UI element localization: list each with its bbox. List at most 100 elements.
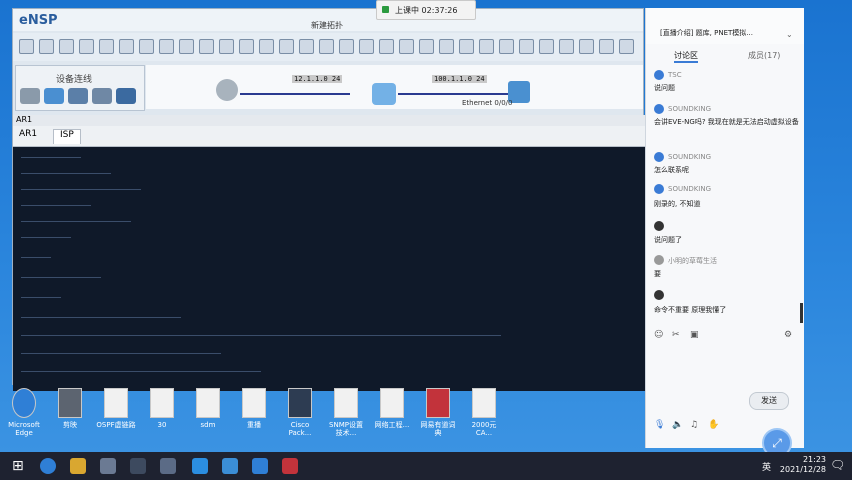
- desktop-icon-ca[interactable]: 2000元CA...: [464, 388, 504, 437]
- image-icon[interactable]: ▣: [690, 330, 699, 340]
- terminal[interactable]: [13, 147, 655, 391]
- switch-icon[interactable]: [44, 88, 64, 104]
- tab-isp[interactable]: ISP: [53, 129, 81, 144]
- edge2-taskbar-icon[interactable]: [252, 458, 268, 474]
- delete-icon[interactable]: [199, 39, 214, 54]
- print-icon[interactable]: [99, 39, 114, 54]
- live-taskbar-icon[interactable]: [222, 458, 238, 474]
- wlan-icon[interactable]: [68, 88, 88, 104]
- gear-icon[interactable]: ⚙: [784, 330, 792, 340]
- windows-start-icon[interactable]: ⊞: [12, 458, 24, 474]
- chat-scrollbar[interactable]: [800, 303, 803, 323]
- console-taskbar-icon[interactable]: [130, 458, 146, 474]
- topology-icon[interactable]: [339, 39, 354, 54]
- message-text: 怎么联系呢: [654, 166, 689, 174]
- topology-canvas[interactable]: 12.1.1.0 24 100.1.1.0 24 Ethernet 0/0/0: [146, 65, 643, 109]
- list-icon[interactable]: [399, 39, 414, 54]
- router-icon[interactable]: [20, 88, 40, 104]
- terminal-line: [21, 173, 111, 174]
- file-icon: [242, 388, 266, 418]
- move-icon[interactable]: [179, 39, 194, 54]
- console-titlebar[interactable]: AR1: [13, 115, 655, 126]
- capture-icon[interactable]: [459, 39, 474, 54]
- avatar: [654, 221, 664, 231]
- text-icon[interactable]: [219, 39, 234, 54]
- terminal-line: [21, 277, 101, 278]
- avatar: [654, 184, 664, 194]
- explorer-taskbar-icon[interactable]: [70, 458, 86, 474]
- desktop-icon-snmp[interactable]: SNMP设置技术...: [326, 388, 366, 437]
- redo-icon[interactable]: [139, 39, 154, 54]
- chevron-down-icon[interactable]: ⌄: [786, 30, 793, 39]
- help-icon[interactable]: [619, 39, 634, 54]
- zoom-out-icon[interactable]: [279, 39, 294, 54]
- app-taskbar-icon[interactable]: [160, 458, 176, 474]
- hand-icon[interactable]: ✋: [708, 420, 719, 430]
- vbox-taskbar-icon[interactable]: [192, 458, 208, 474]
- save-as-icon[interactable]: [79, 39, 94, 54]
- console-tabs: AR1 ISP: [13, 126, 655, 147]
- console-window: AR1 AR1 ISP: [13, 115, 655, 391]
- tab-members[interactable]: 成员(17): [748, 50, 780, 61]
- select-icon[interactable]: [159, 39, 174, 54]
- microphone-icon[interactable]: 🎙: [654, 420, 665, 430]
- desktop-icon-30[interactable]: 30: [142, 388, 182, 429]
- cli-icon[interactable]: [479, 39, 494, 54]
- pc-icon[interactable]: [116, 88, 136, 104]
- undo-icon[interactable]: [119, 39, 134, 54]
- open-icon[interactable]: [39, 39, 54, 54]
- firewall-icon[interactable]: [92, 88, 112, 104]
- send-button[interactable]: 发送: [749, 392, 789, 410]
- align-icon[interactable]: [359, 39, 374, 54]
- terminal-line: [21, 257, 51, 258]
- console-title: AR1: [16, 115, 33, 124]
- save-icon[interactable]: [59, 39, 74, 54]
- forum-icon[interactable]: [559, 39, 574, 54]
- taskbar-clock[interactable]: 21:23 2021/12/28: [776, 455, 826, 475]
- ensp-taskbar-icon[interactable]: [100, 458, 116, 474]
- desktop-icon-edge[interactable]: Microsoft Edge: [4, 388, 44, 437]
- speaker-icon[interactable]: 🔈: [672, 420, 683, 430]
- new-icon[interactable]: [19, 39, 34, 54]
- desktop-icon-youdao[interactable]: 网易有道词典: [418, 388, 458, 437]
- camera-icon[interactable]: [539, 39, 554, 54]
- desktop-icon-network[interactable]: 网络工程...: [372, 388, 412, 429]
- emoji-icon[interactable]: ☺: [654, 330, 663, 340]
- router-device-icon[interactable]: [216, 79, 238, 101]
- palette-icon[interactable]: [379, 39, 394, 54]
- shape-icon[interactable]: [239, 39, 254, 54]
- ensp-titlebar[interactable]: eNSP 新建拓扑: [13, 9, 643, 31]
- stop-icon[interactable]: [439, 39, 454, 54]
- desktop-icon-sdm[interactable]: sdm: [188, 388, 228, 429]
- huawei-icon[interactable]: [579, 39, 594, 54]
- desktop-icon-cisco[interactable]: Cisco Pack...: [280, 388, 320, 437]
- screen-icon[interactable]: [519, 39, 534, 54]
- desktop-icon-replay[interactable]: 重播: [234, 388, 274, 429]
- settings-icon[interactable]: [599, 39, 614, 54]
- terminal-line: [21, 237, 71, 238]
- cloud-device-icon[interactable]: [372, 83, 396, 105]
- pdf-icon: [334, 388, 358, 418]
- tab-ar1[interactable]: AR1: [13, 129, 43, 143]
- desktop-icon-jianying[interactable]: 剪映: [50, 388, 90, 429]
- file-icon: [472, 388, 496, 418]
- fit-icon[interactable]: [299, 39, 314, 54]
- edge-taskbar-icon[interactable]: [40, 458, 56, 474]
- interface-label: Ethernet 0/0/0: [462, 99, 513, 107]
- ime-indicator[interactable]: 英: [762, 460, 771, 473]
- music-icon[interactable]: ♫: [690, 420, 698, 430]
- timer-text: 上课中 02:37:26: [395, 6, 458, 15]
- class-timer[interactable]: 上课中 02:37:26: [376, 0, 476, 20]
- desktop-icon-ospf[interactable]: OSPF虚链路: [96, 388, 136, 429]
- config-icon[interactable]: [499, 39, 514, 54]
- zoom-in-icon[interactable]: [259, 39, 274, 54]
- notification-icon[interactable]: 🗨: [830, 458, 845, 472]
- pdf-icon: [380, 388, 404, 418]
- start-icon[interactable]: [419, 39, 434, 54]
- message-user: SOUNDKING: [668, 153, 712, 161]
- grid-icon[interactable]: [319, 39, 334, 54]
- avatar: [654, 104, 664, 114]
- tab-discussion[interactable]: 讨论区: [674, 50, 698, 63]
- youdao-taskbar-icon[interactable]: [282, 458, 298, 474]
- scissors-icon[interactable]: ✂: [672, 330, 680, 340]
